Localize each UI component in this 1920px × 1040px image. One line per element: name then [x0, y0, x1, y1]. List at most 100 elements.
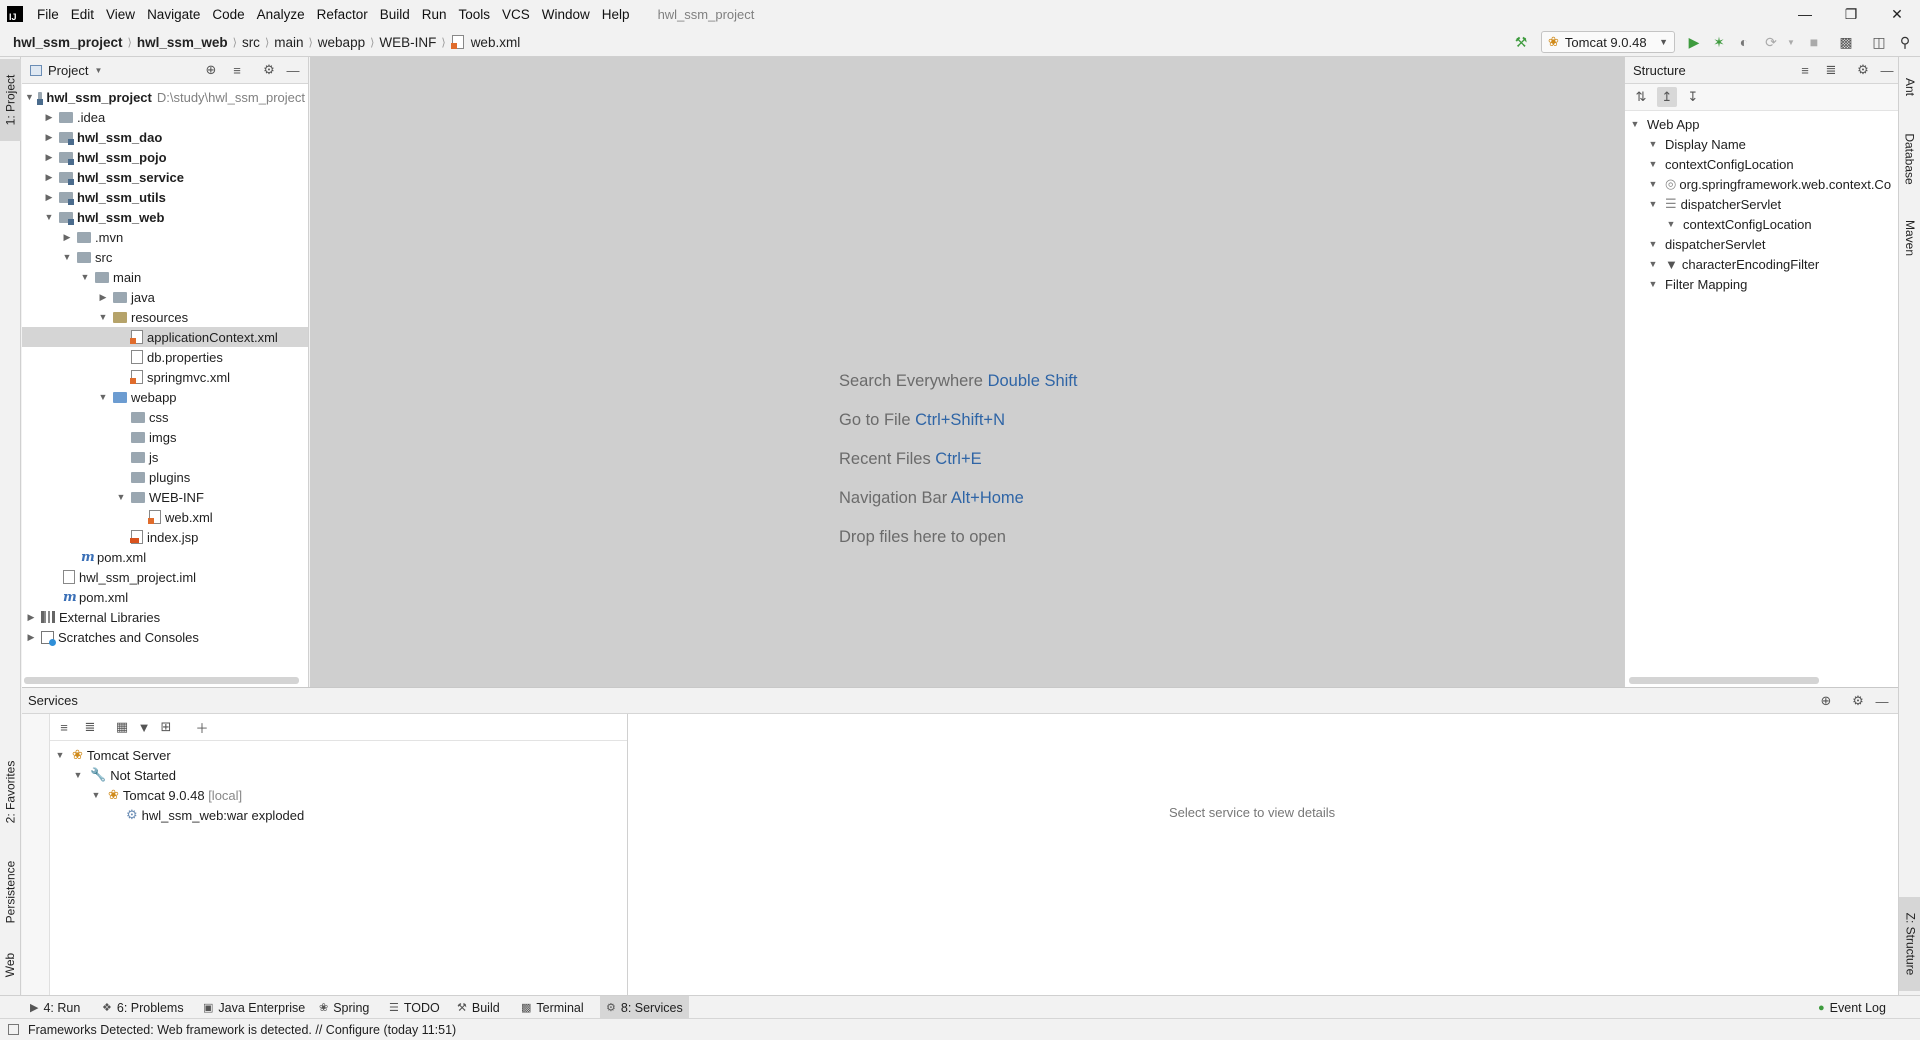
- editor-empty-area[interactable]: Search Everywhere Double Shift Go to Fil…: [310, 57, 1624, 687]
- menu-help[interactable]: Help: [596, 7, 636, 22]
- coverage-icon[interactable]: ◐: [1735, 33, 1753, 51]
- structure-item-filter-mapping[interactable]: ▼ Filter Mapping: [1647, 274, 1748, 294]
- tree-item-js[interactable]: js: [131, 447, 158, 467]
- structure-item-dispatcher-servlet[interactable]: ▼ ☰ dispatcherServlet: [1647, 194, 1782, 214]
- breadcrumb-main[interactable]: main: [271, 35, 306, 50]
- tab-todo[interactable]: ☰ TODO: [383, 996, 446, 1019]
- tab-build[interactable]: ⚒ Build: [451, 996, 506, 1019]
- project-structure-icon[interactable]: ▩: [1837, 33, 1855, 51]
- breadcrumb-module[interactable]: hwl_ssm_web: [134, 35, 231, 50]
- run-icon[interactable]: ▶: [1685, 33, 1703, 51]
- tree-item-main[interactable]: ▼ main: [79, 267, 142, 287]
- structure-item-web-app[interactable]: ▼ Web App: [1629, 114, 1700, 134]
- tab-database[interactable]: Database: [1899, 119, 1920, 199]
- tree-item-css[interactable]: css: [131, 407, 169, 427]
- run-configuration-select[interactable]: ❀ Tomcat 9.0.48 ▼: [1541, 31, 1675, 53]
- tab-project[interactable]: 1: Project: [0, 59, 21, 141]
- breadcrumb-web-xml[interactable]: web.xml: [468, 35, 524, 50]
- collapse-all-icon[interactable]: ≣: [80, 717, 100, 737]
- service-artifact[interactable]: ⚙ hwl_ssm_web:war exploded: [126, 805, 304, 825]
- filter-icon[interactable]: ▼: [134, 717, 154, 737]
- tree-item-web-inf[interactable]: ▼ WEB-INF: [115, 487, 204, 507]
- horizontal-scrollbar[interactable]: [1629, 677, 1819, 684]
- breadcrumb-webapp[interactable]: webapp: [315, 35, 368, 50]
- tree-item-resources[interactable]: ▼ resources: [97, 307, 189, 327]
- tree-item-pojo[interactable]: ▶ hwl_ssm_pojo: [43, 147, 167, 167]
- tree-item-external-libraries[interactable]: ▶ External Libraries: [25, 607, 161, 627]
- hide-icon[interactable]: —: [1873, 692, 1891, 710]
- chevron-down-icon[interactable]: ▼: [94, 66, 102, 75]
- tab-structure[interactable]: Z: Structure: [1899, 897, 1920, 991]
- structure-item-listener[interactable]: ▼ ◎ org.springframework.web.context.Co: [1647, 174, 1892, 194]
- stop-icon[interactable]: ■: [1805, 33, 1823, 51]
- menu-refactor[interactable]: Refactor: [311, 7, 374, 22]
- tab-terminal[interactable]: ▩ Terminal: [515, 996, 590, 1019]
- menu-view[interactable]: View: [100, 7, 141, 22]
- menu-build[interactable]: Build: [374, 7, 416, 22]
- menu-file[interactable]: File: [31, 7, 65, 22]
- scroll-to-source-icon[interactable]: ↥: [1657, 87, 1677, 107]
- tab-web[interactable]: Web: [0, 937, 21, 993]
- expand-all-icon[interactable]: ≡: [54, 717, 74, 737]
- tree-item-springmvc[interactable]: springmvc.xml: [130, 367, 230, 387]
- tree-item-imgs[interactable]: imgs: [131, 427, 176, 447]
- status-message[interactable]: Frameworks Detected: Web framework is de…: [28, 1023, 456, 1037]
- locate-icon[interactable]: ⊕: [202, 61, 220, 79]
- tab-ant[interactable]: Ant: [1899, 67, 1920, 107]
- tree-item-dao[interactable]: ▶ hwl_ssm_dao: [43, 127, 162, 147]
- collapse-all-icon[interactable]: ≡: [228, 61, 246, 79]
- status-toggle-icon[interactable]: [8, 1024, 19, 1035]
- tree-item-root-pom[interactable]: m pom.xml: [63, 587, 128, 607]
- menu-vcs[interactable]: VCS: [496, 7, 536, 22]
- tab-favorites[interactable]: 2: Favorites: [0, 747, 21, 837]
- tab-run[interactable]: ▶ 4: Run: [24, 996, 86, 1019]
- tab-event-log[interactable]: ● Event Log: [1812, 996, 1892, 1019]
- gear-icon[interactable]: ⚙: [1854, 61, 1872, 79]
- service-tomcat-instance[interactable]: ▼ ❀ Tomcat 9.0.48 [local]: [90, 785, 243, 805]
- service-not-started[interactable]: ▼ 🔧 Not Started: [72, 765, 176, 785]
- tree-item-web-pom[interactable]: m pom.xml: [81, 547, 146, 567]
- hide-icon[interactable]: —: [284, 61, 302, 79]
- tree-item-web[interactable]: ▼ hwl_ssm_web: [43, 207, 164, 227]
- tree-item-utils[interactable]: ▶ hwl_ssm_utils: [43, 187, 166, 207]
- breadcrumb-src[interactable]: src: [239, 35, 263, 50]
- menu-edit[interactable]: Edit: [65, 7, 100, 22]
- profile-icon[interactable]: ⟳: [1762, 33, 1780, 51]
- menu-analyze[interactable]: Analyze: [251, 7, 311, 22]
- hide-icon[interactable]: —: [1878, 61, 1896, 79]
- project-panel-title[interactable]: Project: [48, 63, 88, 78]
- locate-icon[interactable]: ⊕: [1817, 692, 1835, 710]
- structure-item-encoding-filter[interactable]: ▼ ▼ characterEncodingFilter: [1647, 254, 1820, 274]
- scroll-from-source-icon[interactable]: ↧: [1683, 87, 1703, 107]
- tab-persistence[interactable]: Persistence: [0, 847, 21, 937]
- tab-spring[interactable]: ❀ Spring: [313, 996, 375, 1019]
- service-tomcat-server[interactable]: ▼ ❀ Tomcat Server: [54, 745, 171, 765]
- tree-item-web-xml[interactable]: web.xml: [148, 507, 213, 527]
- add-icon[interactable]: ＋: [192, 717, 212, 737]
- chevron-down-icon[interactable]: ▼: [1782, 33, 1800, 51]
- structure-item-context-config[interactable]: ▼ contextConfigLocation: [1647, 154, 1794, 174]
- expand-all-icon[interactable]: ≡: [1796, 61, 1814, 79]
- tree-item-iml[interactable]: hwl_ssm_project.iml: [63, 567, 196, 587]
- tab-maven[interactable]: Maven: [1899, 207, 1920, 269]
- tree-item-mvn[interactable]: ▶ .mvn: [61, 227, 124, 247]
- new-service-icon[interactable]: ⊞: [156, 717, 176, 737]
- breadcrumb-project[interactable]: hwl_ssm_project: [10, 35, 126, 50]
- tab-problems[interactable]: ❖ 6: Problems: [96, 996, 190, 1019]
- group-by-icon[interactable]: ▦: [112, 717, 132, 737]
- menu-navigate[interactable]: Navigate: [141, 7, 206, 22]
- menu-code[interactable]: Code: [206, 7, 250, 22]
- tree-item-application-context[interactable]: applicationContext.xml: [22, 327, 308, 347]
- structure-item-display-name[interactable]: ▼ Display Name: [1647, 134, 1746, 154]
- tree-item-scratches[interactable]: ▶ Scratches and Consoles: [25, 627, 199, 647]
- tab-services[interactable]: ⚙ 8: Services: [600, 996, 689, 1019]
- minimize-icon[interactable]: —: [1782, 0, 1828, 28]
- gear-icon[interactable]: ⚙: [1849, 692, 1867, 710]
- tree-item-plugins[interactable]: plugins: [131, 467, 190, 487]
- tree-item-src[interactable]: ▼ src: [61, 247, 113, 267]
- collapse-all-icon[interactable]: ≣: [1822, 61, 1840, 79]
- sort-alpha-icon[interactable]: ⇅: [1631, 87, 1651, 107]
- search-icon[interactable]: ⚲: [1896, 33, 1914, 51]
- structure-item-servlet-context-config[interactable]: ▼ contextConfigLocation: [1665, 214, 1812, 234]
- menu-tools[interactable]: Tools: [453, 7, 497, 22]
